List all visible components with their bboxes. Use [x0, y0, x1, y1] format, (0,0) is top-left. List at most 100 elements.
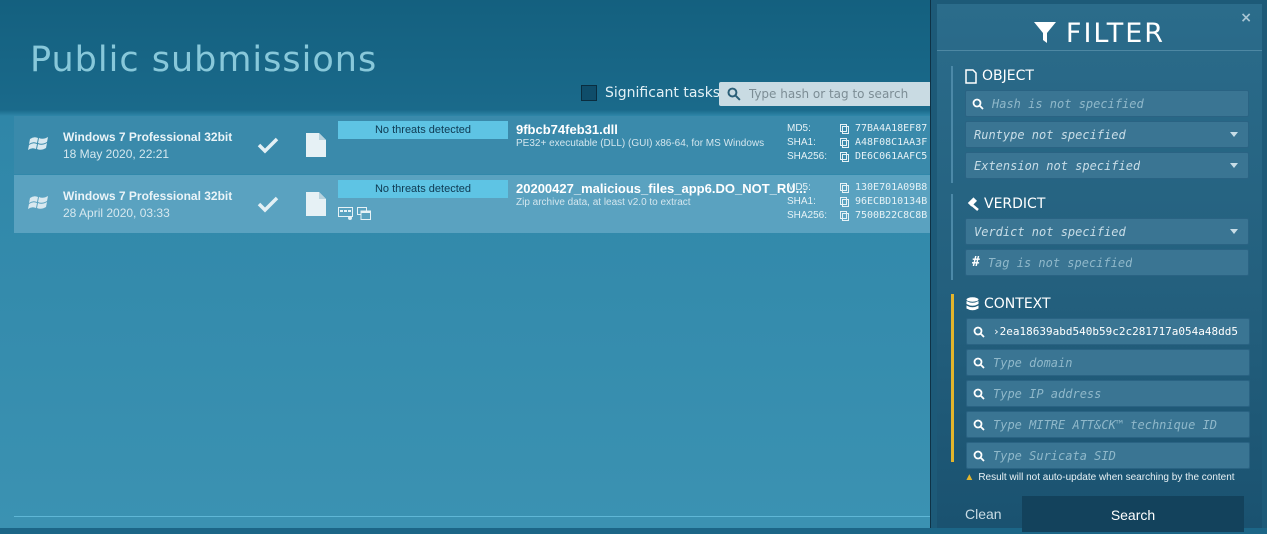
main-search-input[interactable]	[746, 86, 930, 102]
file-icon	[306, 133, 326, 157]
executable-icon	[338, 207, 353, 220]
windows-logo-icon	[28, 196, 48, 209]
check-icon	[257, 196, 279, 213]
md5-value: 130E701A09B8	[855, 182, 928, 193]
copy-icon[interactable]	[840, 152, 849, 162]
main-search-box[interactable]	[719, 82, 930, 106]
md5-label: MD5:	[787, 182, 811, 193]
search-icon	[973, 388, 985, 400]
database-icon	[966, 296, 979, 310]
object-title: OBJECT	[965, 66, 1267, 86]
filter-panel: × FILTER OBJECT Hash is not specified Ru…	[930, 0, 1267, 532]
document-icon	[965, 68, 977, 84]
main-area: Public submissions Significant tasks Win…	[0, 0, 930, 528]
copy-icon[interactable]	[840, 197, 849, 207]
context-section: CONTEXT ›2ea18639abd540b59c2c281717a054a…	[951, 294, 1267, 469]
search-icon	[973, 450, 985, 462]
suricata-input[interactable]: Type Suricata SID	[966, 442, 1250, 469]
list-bottom-divider	[14, 516, 930, 517]
verdict-badge: No threats detected	[338, 180, 508, 198]
verdict-select[interactable]: Verdict not specified	[965, 218, 1249, 245]
ip-input[interactable]: Type IP address	[966, 380, 1250, 407]
significant-tasks-checkbox[interactable]	[581, 85, 597, 101]
domain-placeholder: Type domain	[993, 355, 1073, 370]
sha1-label: SHA1:	[787, 196, 816, 207]
mitre-input[interactable]: Type MITRE ATT&CK™ technique ID	[966, 411, 1250, 438]
search-icon	[973, 357, 985, 369]
search-icon	[973, 419, 985, 431]
filter-title: FILTER	[1065, 17, 1166, 49]
sha1-value: 96ECBD10134B	[855, 196, 928, 207]
hash-input[interactable]: Hash is not specified	[965, 90, 1249, 117]
copy-icon[interactable]	[840, 183, 849, 193]
verdict-value: Verdict not specified	[974, 224, 1126, 239]
file-name[interactable]: 20200427_malicious_files_app6.DO_NOT_RU.…	[516, 181, 806, 196]
runtype-value: Runtype not specified	[974, 127, 1126, 142]
caret-down-icon	[1230, 229, 1238, 234]
copy-icon[interactable]	[840, 211, 849, 221]
extension-value: Extension not specified	[974, 158, 1141, 173]
hash-icon: #	[972, 255, 980, 270]
caret-down-icon	[1230, 163, 1238, 168]
check-icon	[257, 137, 279, 154]
file-description: Zip archive data, at least v2.0 to extra…	[516, 197, 691, 208]
search-icon	[727, 87, 741, 101]
tag-input[interactable]: # Tag is not specified	[965, 249, 1249, 276]
domain-input[interactable]: Type domain	[966, 349, 1250, 376]
object-title-text: OBJECT	[982, 68, 1034, 84]
task-tags	[338, 207, 371, 220]
page-title: Public submissions	[30, 40, 378, 80]
hash-placeholder: Hash is not specified	[992, 96, 1144, 111]
search-button[interactable]: Search	[1022, 496, 1244, 532]
sha256-value: DE6C061AAFC5	[855, 151, 928, 162]
verdict-title: VERDICT	[965, 194, 1267, 214]
search-icon	[972, 98, 984, 110]
context-title-text: CONTEXT	[984, 296, 1051, 312]
runtype-select[interactable]: Runtype not specified	[965, 121, 1249, 148]
windows-logo-icon	[28, 137, 48, 150]
file-description: PE32+ executable (DLL) (GUI) x86-64, for…	[516, 138, 765, 149]
suricata-placeholder: Type Suricata SID	[993, 448, 1116, 463]
os-name: Windows 7 Professional 32bit	[63, 130, 233, 144]
windows-stack-icon	[357, 207, 371, 220]
warning-icon: ▲	[964, 472, 975, 483]
sha1-value: A48F08C1AA3F	[855, 137, 928, 148]
sha256-label: SHA256:	[787, 151, 828, 162]
copy-icon[interactable]	[840, 138, 849, 148]
verdict-badge: No threats detected	[338, 121, 508, 139]
task-row[interactable]: Windows 7 Professional 32bit 28 April 20…	[14, 175, 930, 233]
filter-panel-body: × FILTER OBJECT Hash is not specified Ru…	[937, 4, 1262, 532]
file-name[interactable]: 9fbcb74feb31.dll	[516, 122, 618, 137]
sha256-label: SHA256:	[787, 210, 828, 221]
copy-icon[interactable]	[840, 124, 849, 134]
verdict-section: VERDICT Verdict not specified # Tag is n…	[951, 194, 1267, 280]
md5-label: MD5:	[787, 123, 811, 134]
context-content-value: ›2ea18639abd540b59c2c281717a054a48dd5	[993, 325, 1239, 338]
clean-button[interactable]: Clean	[965, 506, 1002, 522]
filter-header: FILTER	[937, 16, 1262, 51]
context-title: CONTEXT	[966, 294, 1267, 314]
significant-tasks-toggle[interactable]: Significant tasks	[581, 85, 720, 101]
tag-placeholder: Tag is not specified	[987, 255, 1133, 270]
sha256-value: 7500B22C8C8B	[855, 210, 928, 221]
verdict-title-text: VERDICT	[984, 196, 1046, 212]
gavel-icon	[967, 197, 979, 211]
os-name: Windows 7 Professional 32bit	[63, 189, 233, 203]
filter-funnel-icon	[1033, 22, 1056, 43]
search-icon	[973, 326, 985, 338]
object-section: OBJECT Hash is not specified Runtype not…	[951, 66, 1267, 183]
auto-update-warning: ▲ Result will not auto-update when search…	[937, 472, 1262, 483]
significant-tasks-label: Significant tasks	[605, 85, 721, 101]
file-icon	[306, 192, 326, 216]
mitre-placeholder: Type MITRE ATT&CK™ technique ID	[993, 417, 1217, 432]
task-date: 18 May 2020, 22:21	[63, 147, 170, 161]
ip-placeholder: Type IP address	[993, 386, 1102, 401]
context-content-input[interactable]: ›2ea18639abd540b59c2c281717a054a48dd5	[966, 318, 1250, 345]
warning-text: Result will not auto-update when searchi…	[978, 472, 1235, 483]
extension-select[interactable]: Extension not specified	[965, 152, 1249, 179]
task-date: 28 April 2020, 03:33	[63, 206, 170, 220]
sha1-label: SHA1:	[787, 137, 816, 148]
caret-down-icon	[1230, 132, 1238, 137]
task-row[interactable]: Windows 7 Professional 32bit 18 May 2020…	[14, 116, 930, 174]
md5-value: 77BA4A18EF87	[855, 123, 928, 134]
